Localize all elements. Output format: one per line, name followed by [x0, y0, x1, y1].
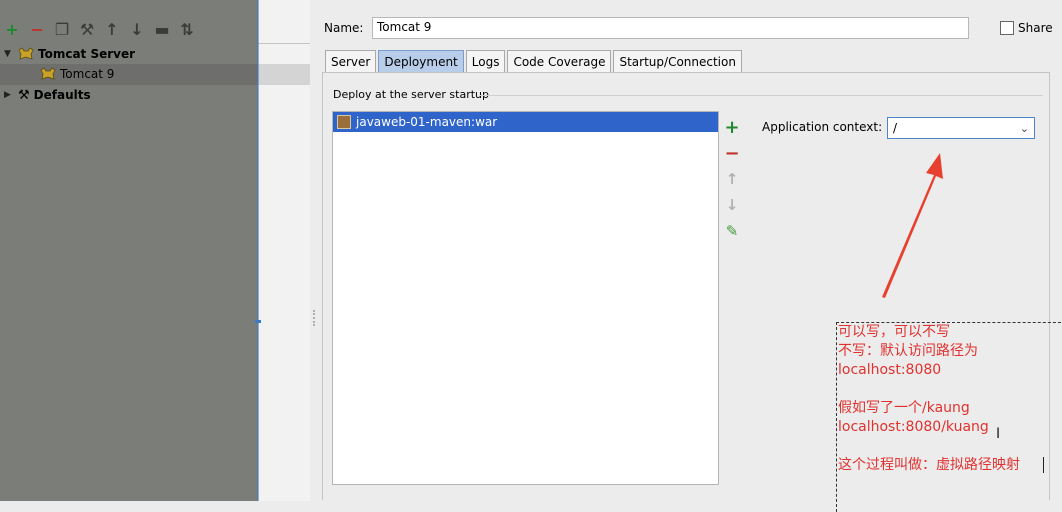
splitter-marker — [255, 320, 261, 323]
share-label: Share — [1018, 21, 1053, 35]
arrow-down-icon[interactable]: ↓ — [129, 20, 145, 39]
config-toolbar: + − ❐ ⚒ ↑ ↓ ▬ ⇅ — [0, 18, 258, 40]
group-divider — [480, 95, 1043, 96]
add-artifact-icon[interactable]: + — [722, 114, 742, 140]
tree-item-tomcat-server[interactable]: ▼ Tomcat Server — [4, 44, 135, 64]
tree-item-label: Defaults — [33, 88, 91, 102]
annotation-line: localhost:8080/kuang — [838, 419, 989, 435]
tab-deployment[interactable]: Deployment — [378, 50, 464, 72]
wrench-icon[interactable]: ⚒ — [79, 20, 95, 39]
wrench-icon: ⚒ — [18, 87, 30, 103]
application-context-value: / — [893, 121, 898, 135]
chevron-right-icon[interactable]: ▶ — [4, 90, 14, 100]
artifact-list[interactable] — [332, 111, 719, 485]
checkbox-icon[interactable] — [1000, 21, 1014, 35]
tree-selection-highlight — [0, 64, 258, 85]
group-title: Deploy at the server startup — [333, 88, 490, 101]
text-cursor-icon: I — [996, 426, 1001, 442]
annotation-line: 可以写，可以不写 — [838, 324, 950, 340]
tab-code-coverage[interactable]: Code Coverage — [507, 50, 612, 72]
add-icon[interactable]: + — [4, 20, 20, 39]
application-context-label: Application context: — [762, 120, 883, 134]
application-context-combobox[interactable]: / ⌄ — [887, 117, 1035, 139]
tomcat-icon — [18, 47, 34, 60]
name-label: Name: — [324, 21, 364, 35]
edit-pencil-icon[interactable]: ✎ — [722, 218, 742, 244]
annotation-line: 这个过程叫做：虚拟路径映射 — [838, 457, 1020, 473]
tomcat-icon — [40, 67, 56, 80]
move-down-icon[interactable]: ↓ — [722, 192, 742, 218]
red-arrow-annotation — [882, 153, 943, 298]
remove-icon[interactable]: − — [29, 20, 45, 39]
text-caret — [1043, 457, 1044, 473]
tab-logs[interactable]: Logs — [465, 50, 506, 72]
config-tabs: Server Deployment Logs Code Coverage Sta… — [325, 50, 742, 72]
tree-item-defaults[interactable]: ▶ ⚒ Defaults — [4, 85, 91, 105]
tree-item-tomcat-9[interactable]: Tomcat 9 — [40, 64, 114, 84]
annotation-line: 假如写了一个/kaung — [838, 400, 970, 416]
tab-server[interactable]: Server — [325, 50, 377, 72]
folder-icon[interactable]: ▬ — [154, 20, 170, 39]
artifact-toolbar: + − ↑ ↓ ✎ — [722, 114, 742, 244]
annotation-line: localhost:8080 — [838, 362, 942, 378]
annotation-line: 不写：默认访问路径为 — [838, 343, 978, 359]
artifact-label: javaweb-01-maven:war — [356, 115, 498, 129]
arrow-up-icon[interactable]: ↑ — [104, 20, 120, 39]
remove-artifact-icon[interactable]: − — [722, 140, 742, 166]
name-field[interactable]: Tomcat 9 — [372, 17, 969, 39]
tree-item-label: Tomcat Server — [38, 47, 136, 61]
chevron-down-icon[interactable]: ⌄ — [1020, 122, 1029, 135]
panel-focus-edge — [257, 0, 259, 501]
move-up-icon[interactable]: ↑ — [722, 166, 742, 192]
list-item[interactable]: javaweb-01-maven:war — [333, 112, 718, 132]
copy-icon[interactable]: ❐ — [54, 20, 70, 39]
tree-panel-extension — [258, 0, 310, 501]
splitter-handle[interactable] — [310, 0, 322, 501]
share-checkbox[interactable]: Share — [1000, 21, 1053, 35]
sort-icon[interactable]: ⇅ — [179, 20, 195, 39]
tree-item-label: Tomcat 9 — [60, 67, 115, 81]
chevron-down-icon[interactable]: ▼ — [4, 49, 14, 59]
war-artifact-icon — [337, 115, 351, 129]
tab-startup-connection[interactable]: Startup/Connection — [613, 50, 742, 72]
